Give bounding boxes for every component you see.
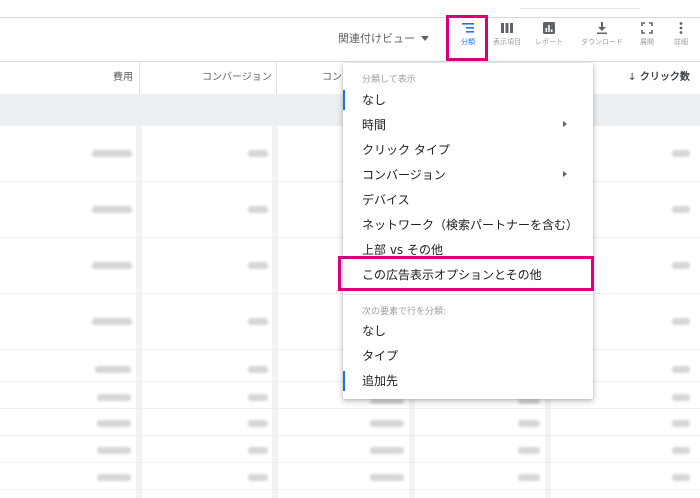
expand-icon: [641, 22, 653, 34]
segment-menu: 分類して表示 なし 時間 クリック タイプ コンバージョン デバイス ネットワー…: [343, 63, 593, 399]
table-cell-redacted: [97, 474, 131, 481]
columns-button[interactable]: 表示項目: [484, 22, 530, 58]
columns-icon: [501, 23, 513, 33]
table-cell-redacted: [672, 150, 690, 157]
table-cell-redacted: [370, 420, 404, 427]
table-row-divider: [0, 408, 700, 409]
table-cell-redacted: [248, 262, 268, 269]
more-button[interactable]: 詳細: [658, 22, 700, 58]
table-cell-redacted: [248, 394, 268, 401]
table-cell-redacted: [672, 318, 690, 325]
menu-divider: [343, 294, 593, 295]
table-cell-redacted: [92, 206, 132, 213]
menu-item-label: 時間: [362, 118, 387, 132]
column-separator: [139, 62, 140, 94]
table-cell-redacted: [248, 447, 268, 454]
chevron-right-icon: [563, 121, 567, 127]
table-cell-redacted: [248, 420, 268, 427]
more-button-label: 詳細: [674, 38, 688, 46]
top-field-underline: [520, 8, 640, 9]
menu-item-row-type[interactable]: タイプ: [343, 343, 593, 368]
table-cell-redacted: [248, 206, 268, 213]
table-cell-redacted: [95, 366, 131, 373]
table-cell-redacted: [672, 206, 690, 213]
table-row-divider: [0, 435, 700, 436]
table-cell-redacted: [370, 474, 404, 481]
page: 関連付けビュー 分類 表示項目 レポート ダウンロード 展開 詳細 費用 コンバ…: [0, 0, 700, 498]
menu-item-device[interactable]: デバイス: [343, 187, 593, 212]
columns-button-label: 表示項目: [493, 38, 521, 46]
chevron-down-icon: [421, 35, 429, 41]
menu-item-network[interactable]: ネットワーク（検索パートナーを含む）: [343, 212, 593, 237]
table-cell-redacted: [672, 420, 690, 427]
top-divider: [0, 17, 700, 18]
table-cell-redacted: [672, 366, 690, 373]
download-button[interactable]: ダウンロード: [579, 22, 625, 58]
header-top-divider: [0, 61, 700, 62]
column-header-clicks-label: クリック数: [639, 72, 690, 83]
menu-item-none[interactable]: なし: [343, 87, 593, 112]
menu-item-conversions[interactable]: コンバージョン: [343, 162, 593, 187]
column-header-clicks[interactable]: ↓ クリック数: [628, 68, 690, 83]
table-cell-redacted: [672, 394, 690, 401]
segment-view-dropdown[interactable]: 関連付けビュー: [338, 30, 429, 46]
table-cell-redacted: [248, 474, 268, 481]
table-cell-redacted: [672, 262, 690, 269]
segment-view-label: 関連付けビュー: [338, 32, 415, 45]
table-cell-redacted: [672, 447, 690, 454]
table-cell-redacted: [518, 474, 540, 481]
column-separator: [276, 62, 277, 94]
menu-item-label: デバイス: [362, 193, 410, 207]
menu-item-label: クリック タイプ: [362, 143, 450, 157]
table-cell-redacted: [518, 447, 540, 454]
menu-item-label: コンバージョン: [362, 168, 446, 182]
column-header-conversions-2[interactable]: コン: [322, 68, 342, 83]
report-icon: [543, 22, 555, 34]
table-cell-redacted: [370, 447, 404, 454]
table-cell-redacted: [518, 420, 540, 427]
column-header-cost[interactable]: 費用: [113, 68, 133, 83]
arrow-down-icon: ↓: [628, 72, 637, 83]
download-button-label: ダウンロード: [581, 38, 623, 46]
table-row-divider: [0, 462, 700, 463]
menu-item-label: 追加先: [362, 374, 399, 388]
report-button-label: レポート: [535, 38, 563, 46]
menu-item-time[interactable]: 時間: [343, 112, 593, 137]
menu-item-label: なし: [362, 93, 387, 107]
table-cell-redacted: [97, 447, 131, 454]
segment-button-highlight: [446, 15, 488, 61]
more-vertical-icon: [679, 22, 683, 34]
table-cell-redacted: [92, 262, 132, 269]
menu-item-row-added-to[interactable]: 追加先: [343, 368, 593, 393]
download-icon: [597, 22, 607, 34]
table-cell-redacted: [672, 474, 690, 481]
column-header-conversions[interactable]: コンバージョン: [202, 68, 272, 83]
table-cell-redacted: [97, 394, 131, 401]
expand-button-label: 展開: [640, 38, 654, 46]
menu-section-header: 分類して表示: [362, 75, 416, 85]
menu-item-label: タイプ: [362, 349, 399, 363]
table-cell-redacted: [248, 318, 268, 325]
menu-section-header: 次の要素で行を分類:: [362, 307, 447, 317]
menu-item-row-none[interactable]: なし: [343, 318, 593, 343]
chevron-right-icon: [563, 171, 567, 177]
report-button[interactable]: レポート: [526, 22, 572, 58]
table-row-divider: [0, 489, 700, 490]
table-cell-redacted: [518, 399, 540, 404]
menu-item-label: ネットワーク（検索パートナーを含む）: [362, 218, 579, 232]
table-cell-redacted: [248, 150, 268, 157]
table-cell-redacted: [248, 366, 268, 373]
menu-item-label: なし: [362, 324, 387, 338]
table-cell-redacted: [97, 420, 131, 427]
table-cell-redacted: [370, 399, 404, 404]
target-option-highlight: [338, 256, 594, 291]
menu-item-click-type[interactable]: クリック タイプ: [343, 137, 593, 162]
table-cell-redacted: [92, 150, 132, 157]
table-cell-redacted: [92, 318, 132, 325]
